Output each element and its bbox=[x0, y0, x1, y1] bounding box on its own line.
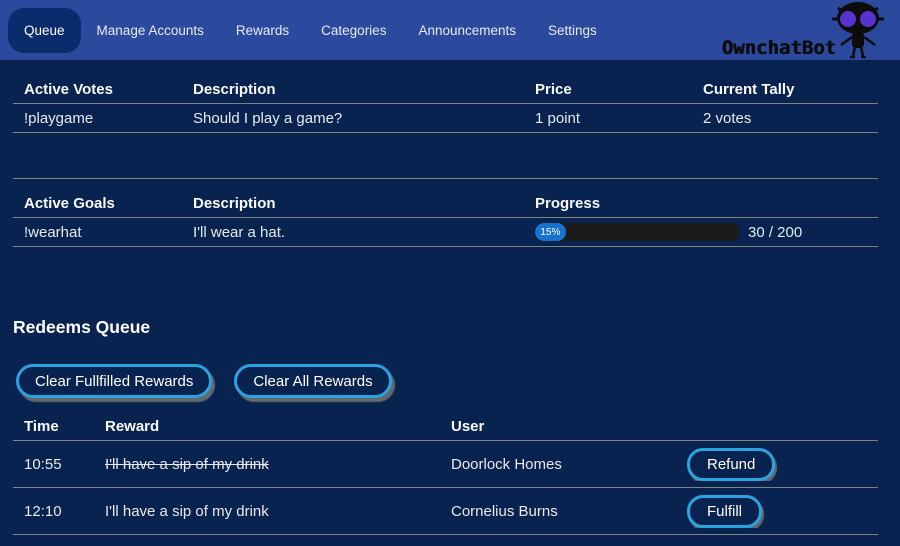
col-header-reward: Reward bbox=[94, 418, 440, 435]
nav-tab-settings[interactable]: Settings bbox=[532, 8, 613, 53]
nav-tab-rewards[interactable]: Rewards bbox=[220, 8, 305, 53]
redeem-reward: I'll have a sip of my drink bbox=[94, 456, 440, 473]
vote-description: Should I play a game? bbox=[182, 110, 524, 127]
redeems-header-row: Time Reward User bbox=[13, 413, 878, 441]
table-row: !playgame Should I play a game? 1 point … bbox=[13, 104, 878, 133]
col-header-progress: Progress bbox=[524, 195, 692, 212]
redeems-actions: Clear Fullfilled Rewards Clear All Rewar… bbox=[16, 364, 900, 398]
progress-bar-fill: 15% bbox=[535, 223, 566, 241]
brand-logo: OwnchatBot bbox=[698, 0, 888, 60]
redeems-table: Time Reward User 10:55 I'll have a sip o… bbox=[13, 413, 878, 535]
table-row: 12:10 I'll have a sip of my drink Cornel… bbox=[13, 488, 878, 535]
progress-count: 30 / 200 bbox=[748, 224, 802, 241]
clear-fulfilled-rewards-button[interactable]: Clear Fullfilled Rewards bbox=[16, 364, 212, 398]
table-row: !wearhat I'll wear a hat. 15% 30 / 200 bbox=[13, 218, 878, 247]
table-row: 10:55 I'll have a sip of my drink Doorlo… bbox=[13, 441, 878, 488]
fulfill-button[interactable]: Fulfill bbox=[687, 495, 762, 528]
vote-price: 1 point bbox=[524, 110, 692, 127]
clear-all-rewards-button[interactable]: Clear All Rewards bbox=[234, 364, 391, 398]
col-header-time: Time bbox=[13, 418, 94, 435]
col-header-description: Description bbox=[182, 81, 524, 98]
redeem-user: Doorlock Homes bbox=[440, 456, 676, 473]
goal-command: !wearhat bbox=[13, 224, 182, 241]
brand-name: OwnchatBot bbox=[722, 37, 836, 59]
nav-tab-categories[interactable]: Categories bbox=[305, 8, 402, 53]
col-header-user: User bbox=[440, 418, 676, 435]
col-header-active-goals: Active Goals bbox=[13, 195, 182, 212]
progress-bar: 15% bbox=[535, 223, 740, 241]
col-header-current-tally: Current Tally bbox=[692, 81, 878, 98]
col-header-description: Description bbox=[182, 195, 524, 212]
redeem-time: 10:55 bbox=[13, 456, 94, 473]
navbar: Queue Manage Accounts Rewards Categories… bbox=[0, 0, 900, 60]
refund-button[interactable]: Refund bbox=[687, 448, 775, 481]
redeems-queue-title: Redeems Queue bbox=[13, 317, 900, 339]
vote-tally: 2 votes bbox=[692, 110, 878, 127]
goal-description: I'll wear a hat. bbox=[182, 224, 524, 241]
nav-tab-queue[interactable]: Queue bbox=[8, 8, 81, 53]
active-goals-header-row: Active Goals Description Progress bbox=[13, 179, 878, 218]
redeem-user: Cornelius Burns bbox=[440, 503, 676, 520]
vote-command: !playgame bbox=[13, 110, 182, 127]
goal-progress-cell: 15% 30 / 200 bbox=[524, 223, 878, 241]
redeem-reward: I'll have a sip of my drink bbox=[94, 503, 440, 520]
col-header-price: Price bbox=[524, 81, 692, 98]
active-votes-table: Active Votes Description Price Current T… bbox=[13, 76, 878, 133]
robot-mascot-icon bbox=[830, 1, 886, 59]
nav-tab-announcements[interactable]: Announcements bbox=[402, 8, 532, 53]
active-goals-table: Active Goals Description Progress !wearh… bbox=[13, 178, 878, 247]
nav-tab-manage-accounts[interactable]: Manage Accounts bbox=[81, 8, 220, 53]
active-votes-header-row: Active Votes Description Price Current T… bbox=[13, 76, 878, 104]
redeem-time: 12:10 bbox=[13, 503, 94, 520]
col-header-active-votes: Active Votes bbox=[13, 81, 182, 98]
